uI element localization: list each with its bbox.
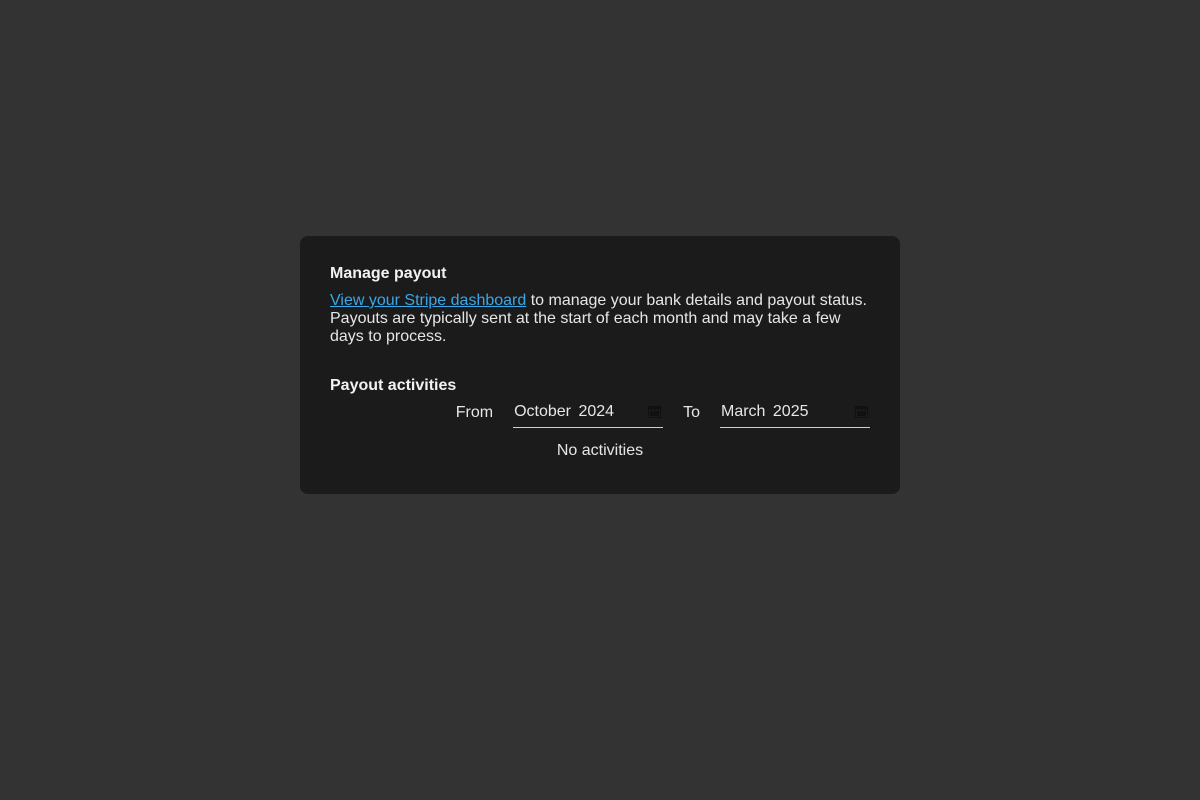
payout-activities-title: Payout activities bbox=[330, 377, 457, 394]
manage-payout-card: Manage payout View your Stripe dashboard… bbox=[300, 236, 900, 494]
from-month-input[interactable]: October 2024 bbox=[513, 398, 664, 428]
payout-description: View your Stripe dashboard to manage you… bbox=[330, 292, 870, 346]
calendar-icon[interactable] bbox=[855, 405, 868, 418]
from-month-value: October 2024 bbox=[514, 402, 615, 420]
from-label: From bbox=[455, 404, 494, 421]
stripe-dashboard-link[interactable]: View your Stripe dashboard bbox=[330, 292, 526, 309]
manage-payout-title: Manage payout bbox=[330, 265, 447, 282]
to-label: To bbox=[683, 404, 700, 421]
date-range-filter: From October 2024 To March 2025 bbox=[330, 398, 870, 428]
to-month-value: March 2025 bbox=[721, 402, 809, 420]
to-month-input[interactable]: March 2025 bbox=[720, 398, 870, 428]
calendar-icon[interactable] bbox=[648, 405, 662, 418]
no-activities-message: No activities bbox=[556, 442, 644, 459]
